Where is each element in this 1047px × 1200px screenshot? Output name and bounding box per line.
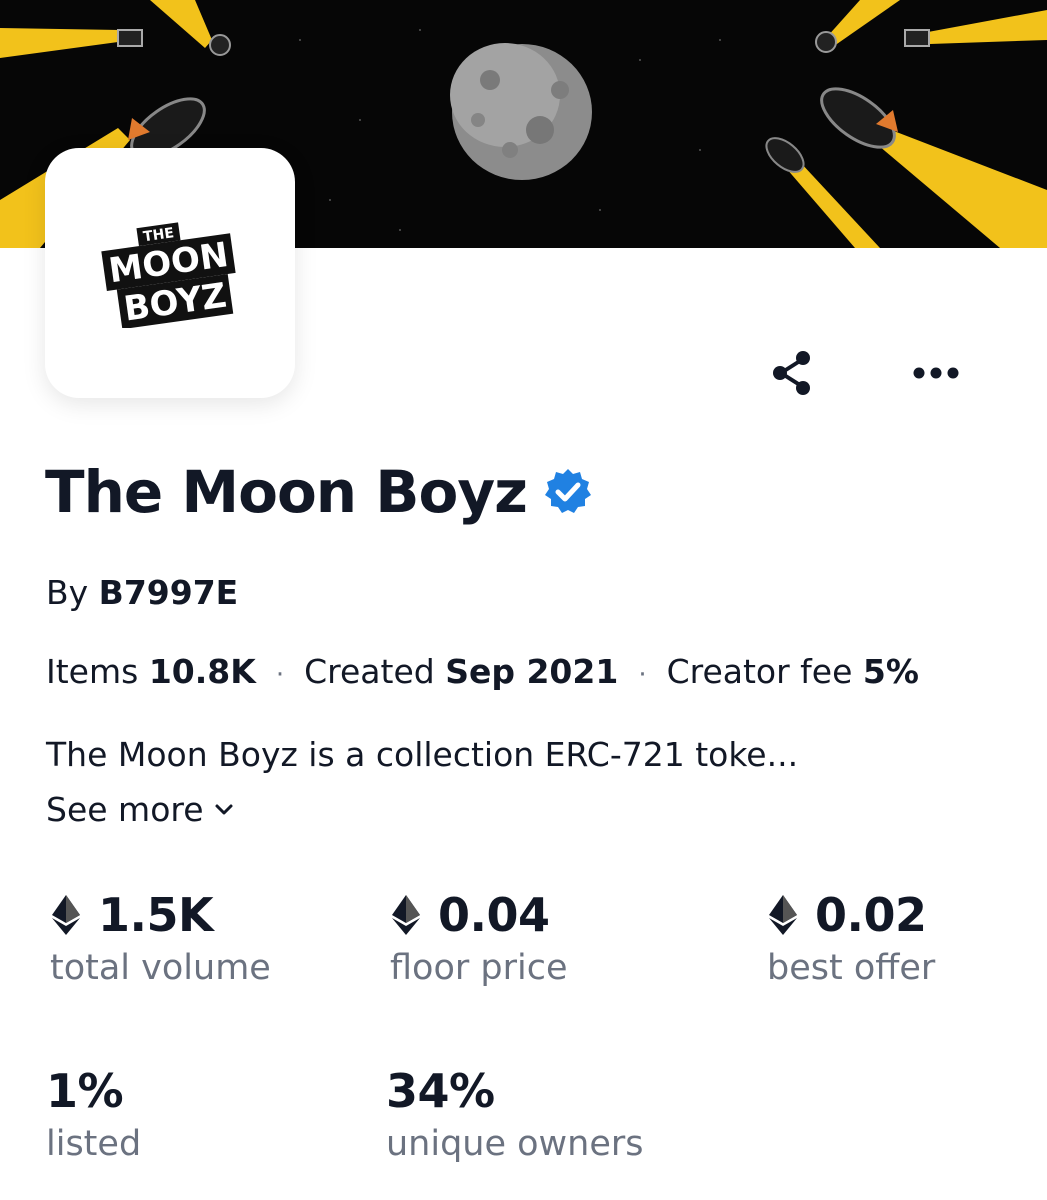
creator-fee-value: 5% — [862, 652, 919, 691]
more-options-button[interactable] — [908, 345, 964, 401]
creator-link[interactable]: B7997E — [99, 573, 239, 612]
chevron-down-icon — [214, 803, 234, 817]
collection-title: The Moon Boyz — [45, 458, 528, 526]
see-more-label: See more — [46, 790, 204, 829]
unique-owners-value: 34% — [386, 1064, 495, 1118]
stat-floor-price: 0.04 floor price — [390, 888, 568, 988]
meta-separator: · — [638, 660, 647, 690]
created-label: Created — [304, 652, 435, 691]
collection-actions — [764, 345, 964, 401]
items-value: 10.8K — [148, 652, 256, 691]
moon-boyz-logo: THE MOON BOYZ — [101, 222, 236, 328]
stat-unique-owners: 34% unique owners — [386, 1064, 644, 1164]
total-volume-label: total volume — [50, 948, 271, 988]
listed-label: listed — [46, 1124, 142, 1164]
total-volume-value: 1.5K — [98, 888, 214, 942]
listed-value: 1% — [46, 1064, 124, 1118]
eth-icon — [767, 895, 799, 935]
by-prefix: By — [46, 573, 89, 612]
unique-owners-label: unique owners — [386, 1124, 644, 1164]
creator-byline: By B7997E — [46, 573, 238, 612]
share-icon — [773, 351, 810, 395]
collection-avatar: THE MOON BOYZ — [45, 148, 295, 398]
share-button[interactable] — [764, 345, 820, 401]
verified-badge-icon — [543, 467, 593, 517]
collection-meta: Items 10.8K · Created Sep 2021 · Creator… — [46, 652, 919, 691]
stat-listed: 1% listed — [46, 1064, 141, 1164]
collection-description: The Moon Boyz is a collection ERC-721 to… — [46, 735, 799, 774]
best-offer-label: best offer — [767, 948, 936, 988]
floor-price-value: 0.04 — [438, 888, 550, 942]
meta-separator: · — [275, 660, 285, 690]
eth-icon — [390, 895, 422, 935]
floor-price-label: floor price — [390, 948, 568, 988]
eth-icon — [50, 895, 82, 935]
created-value: Sep 2021 — [445, 652, 619, 691]
more-dots-icon — [913, 367, 959, 379]
best-offer-value: 0.02 — [815, 888, 927, 942]
creator-fee-label: Creator fee — [666, 652, 853, 691]
see-more-button[interactable]: See more — [46, 790, 234, 829]
items-label: Items — [46, 652, 139, 691]
stat-best-offer: 0.02 best offer — [767, 888, 935, 988]
collection-title-row: The Moon Boyz — [45, 458, 593, 526]
stat-total-volume: 1.5K total volume — [50, 888, 271, 988]
